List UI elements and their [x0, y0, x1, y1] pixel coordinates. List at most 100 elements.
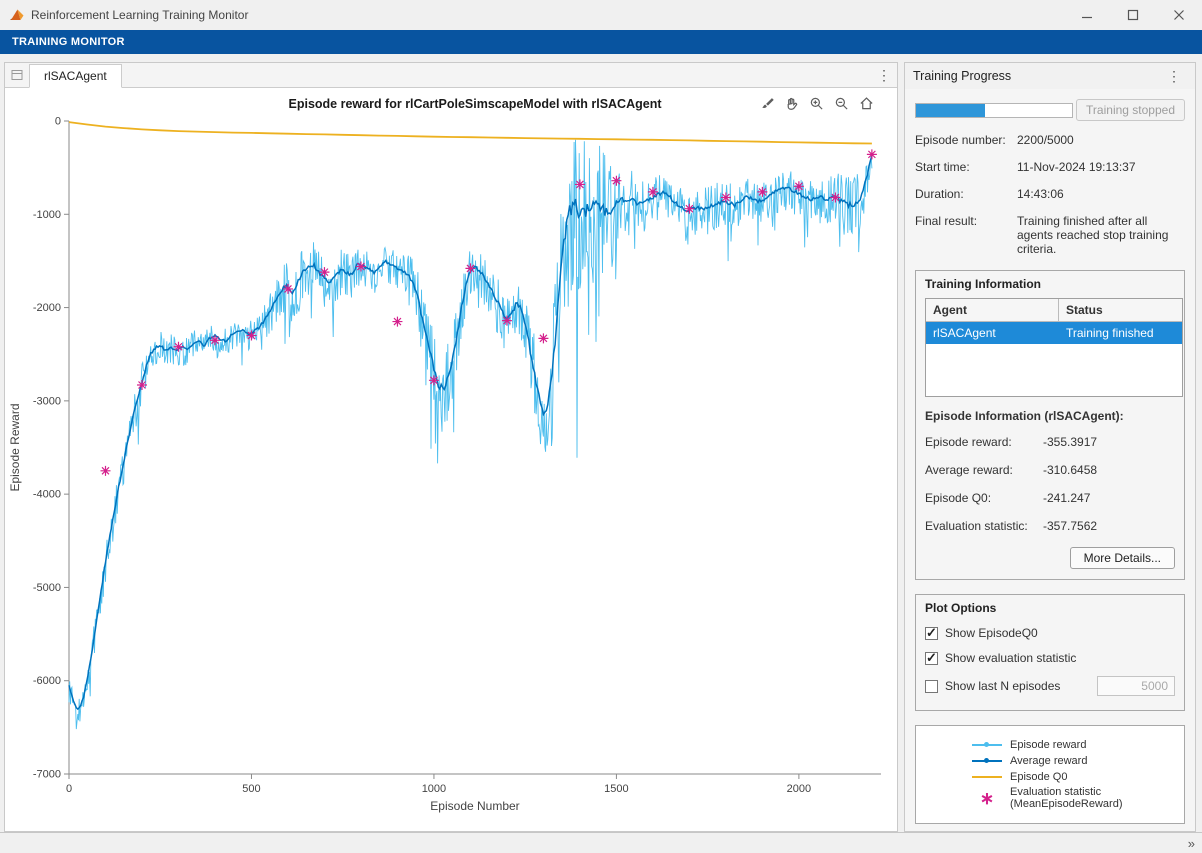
- reward-chart-area: Episode reward for rlCartPoleSimscapeMod…: [5, 88, 897, 831]
- status-cell: Training finished: [1058, 322, 1182, 344]
- tab-training-monitor[interactable]: TRAINING MONITOR: [0, 30, 137, 54]
- info-label: Duration:: [915, 187, 1011, 201]
- zoom-in-icon[interactable]: [805, 93, 827, 113]
- column-agent: Agent: [926, 299, 1058, 321]
- svg-text:500: 500: [242, 783, 260, 795]
- info-label: Evaluation statistic:: [925, 519, 1043, 533]
- episode-q0-value: -241.247: [1043, 491, 1175, 505]
- option-label: Show evaluation statistic: [945, 651, 1076, 665]
- evaluation-statistic-value: -357.7562: [1043, 519, 1175, 533]
- show-episodeq0-checkbox[interactable]: [925, 627, 938, 640]
- training-progress-bar: [915, 103, 1073, 118]
- legend-item-evaluation-statistic: ∗ Evaluation statistic (MeanEpisodeRewar…: [916, 786, 1184, 810]
- status-bar: »: [0, 832, 1202, 853]
- svg-text:-3000: -3000: [33, 395, 61, 407]
- final-result-value: Training finished after all agents reach…: [1017, 214, 1185, 256]
- zoom-out-icon[interactable]: [830, 93, 852, 113]
- chart-legend: Episode reward Average reward Episode Q0…: [915, 725, 1185, 824]
- plot-panel-menu-icon[interactable]: ⋮: [871, 65, 897, 85]
- toolstrip: TRAINING MONITOR: [0, 30, 1202, 54]
- average-reward-swatch-icon: [972, 754, 1002, 767]
- legend-item-average-reward: Average reward: [916, 754, 1184, 767]
- svg-text:0: 0: [66, 783, 72, 795]
- training-stopped-button: Training stopped: [1076, 99, 1185, 121]
- show-evaluation-statistic-checkbox[interactable]: [925, 652, 938, 665]
- minimize-button[interactable]: [1064, 0, 1110, 30]
- start-time-value: 11-Nov-2024 19:13:37: [1017, 160, 1185, 174]
- home-icon[interactable]: [855, 93, 877, 113]
- training-progress-panel: Training Progress ⋮ Training stopped Epi…: [904, 62, 1196, 832]
- more-details-button[interactable]: More Details...: [1070, 547, 1175, 569]
- axes-toolbar: [755, 93, 877, 113]
- last-n-episodes-input: [1097, 676, 1175, 696]
- option-label: Show last N episodes: [945, 679, 1060, 693]
- episode-q0-swatch-icon: [972, 770, 1002, 783]
- column-status: Status: [1058, 299, 1182, 321]
- duration-value: 14:43:06: [1017, 187, 1185, 201]
- axes-lines: [69, 121, 881, 774]
- close-button[interactable]: [1156, 0, 1202, 30]
- average-reward-value: -310.6458: [1043, 463, 1175, 477]
- svg-text:1500: 1500: [604, 783, 628, 795]
- asterisk-marker-icon: ∗: [972, 792, 1002, 805]
- window-controls: [1064, 0, 1202, 30]
- chart-title: Episode reward for rlCartPoleSimscapeMod…: [289, 97, 663, 111]
- show-last-n-episodes-option[interactable]: Show last N episodes: [925, 676, 1175, 696]
- svg-text:-5000: -5000: [33, 582, 61, 594]
- show-last-n-episodes-checkbox[interactable]: [925, 680, 938, 693]
- table-empty-area: [926, 344, 1182, 396]
- episode-number-value: 2200/5000: [1017, 133, 1185, 147]
- legend-item-episode-reward: Episode reward: [916, 738, 1184, 751]
- training-progress-body: Training stopped Episode number: 2200/50…: [905, 89, 1195, 831]
- svg-text:2000: 2000: [787, 783, 811, 795]
- option-label: Show EpisodeQ0: [945, 626, 1038, 640]
- show-evaluation-statistic-option[interactable]: Show evaluation statistic: [925, 651, 1175, 665]
- main-area: rlSACAgent ⋮ Episode reward for rlCartPo…: [0, 62, 1202, 832]
- y-axis-label: Episode Reward: [8, 403, 22, 491]
- episode-reward-value: -355.3917: [1043, 435, 1175, 449]
- info-label: Average reward:: [925, 463, 1043, 477]
- legend-item-episode-q0: Episode Q0: [916, 770, 1184, 783]
- show-episodeq0-option[interactable]: Show EpisodeQ0: [925, 626, 1175, 640]
- window-title: Reinforcement Learning Training Monitor: [31, 8, 248, 22]
- info-label: Episode reward:: [925, 435, 1043, 449]
- training-progress-bar-fill: [916, 104, 985, 117]
- double-arrow-right-icon[interactable]: »: [1188, 836, 1202, 851]
- tab-list-icon[interactable]: [5, 63, 29, 87]
- info-label: Episode number:: [915, 133, 1011, 147]
- plot-panel: rlSACAgent ⋮ Episode reward for rlCartPo…: [4, 62, 898, 832]
- training-summary: Episode number: 2200/5000 Start time: 11…: [915, 133, 1185, 256]
- x-axis-label: Episode Number: [430, 799, 519, 813]
- training-information-title: Training Information: [925, 277, 1175, 291]
- brush-icon[interactable]: [755, 93, 777, 113]
- progress-row: Training stopped: [915, 99, 1185, 121]
- training-progress-title: Training Progress: [913, 69, 1011, 83]
- average-reward-line: [69, 156, 872, 709]
- training-information-group: Training Information Agent Status rlSACA…: [915, 270, 1185, 580]
- svg-text:1000: 1000: [422, 783, 446, 795]
- episode-information: Episode reward: -355.3917 Average reward…: [925, 435, 1175, 533]
- svg-text:0: 0: [55, 116, 61, 128]
- agent-cell: rlSACAgent: [926, 322, 1058, 344]
- svg-text:-7000: -7000: [33, 769, 61, 781]
- info-label: Final result:: [915, 214, 1011, 256]
- episode-reward-swatch-icon: [972, 738, 1002, 751]
- maximize-button[interactable]: [1110, 0, 1156, 30]
- info-label: Start time:: [915, 160, 1011, 174]
- plot-tabstrip: rlSACAgent ⋮: [5, 63, 897, 88]
- episode-reward-line: [69, 140, 872, 729]
- reward-chart: Episode reward for rlCartPoleSimscapeMod…: [5, 88, 897, 831]
- agents-table: Agent Status rlSACAgent Training finishe…: [925, 298, 1183, 397]
- plot-options-title: Plot Options: [925, 601, 1175, 615]
- training-progress-menu-icon[interactable]: ⋮: [1161, 66, 1187, 86]
- info-label: Episode Q0:: [925, 491, 1043, 505]
- training-progress-header: Training Progress ⋮: [905, 63, 1195, 89]
- plot-options-group: Plot Options Show EpisodeQ0 Show evaluat…: [915, 594, 1185, 711]
- tab-rlsacagent[interactable]: rlSACAgent: [29, 64, 122, 88]
- svg-text:-6000: -6000: [33, 675, 61, 687]
- table-row[interactable]: rlSACAgent Training finished: [926, 322, 1182, 344]
- episode-q0-line: [69, 122, 872, 143]
- pan-hand-icon[interactable]: [780, 93, 802, 113]
- episode-information-title: Episode Information (rlSACAgent):: [925, 409, 1175, 423]
- svg-text:-4000: -4000: [33, 489, 61, 501]
